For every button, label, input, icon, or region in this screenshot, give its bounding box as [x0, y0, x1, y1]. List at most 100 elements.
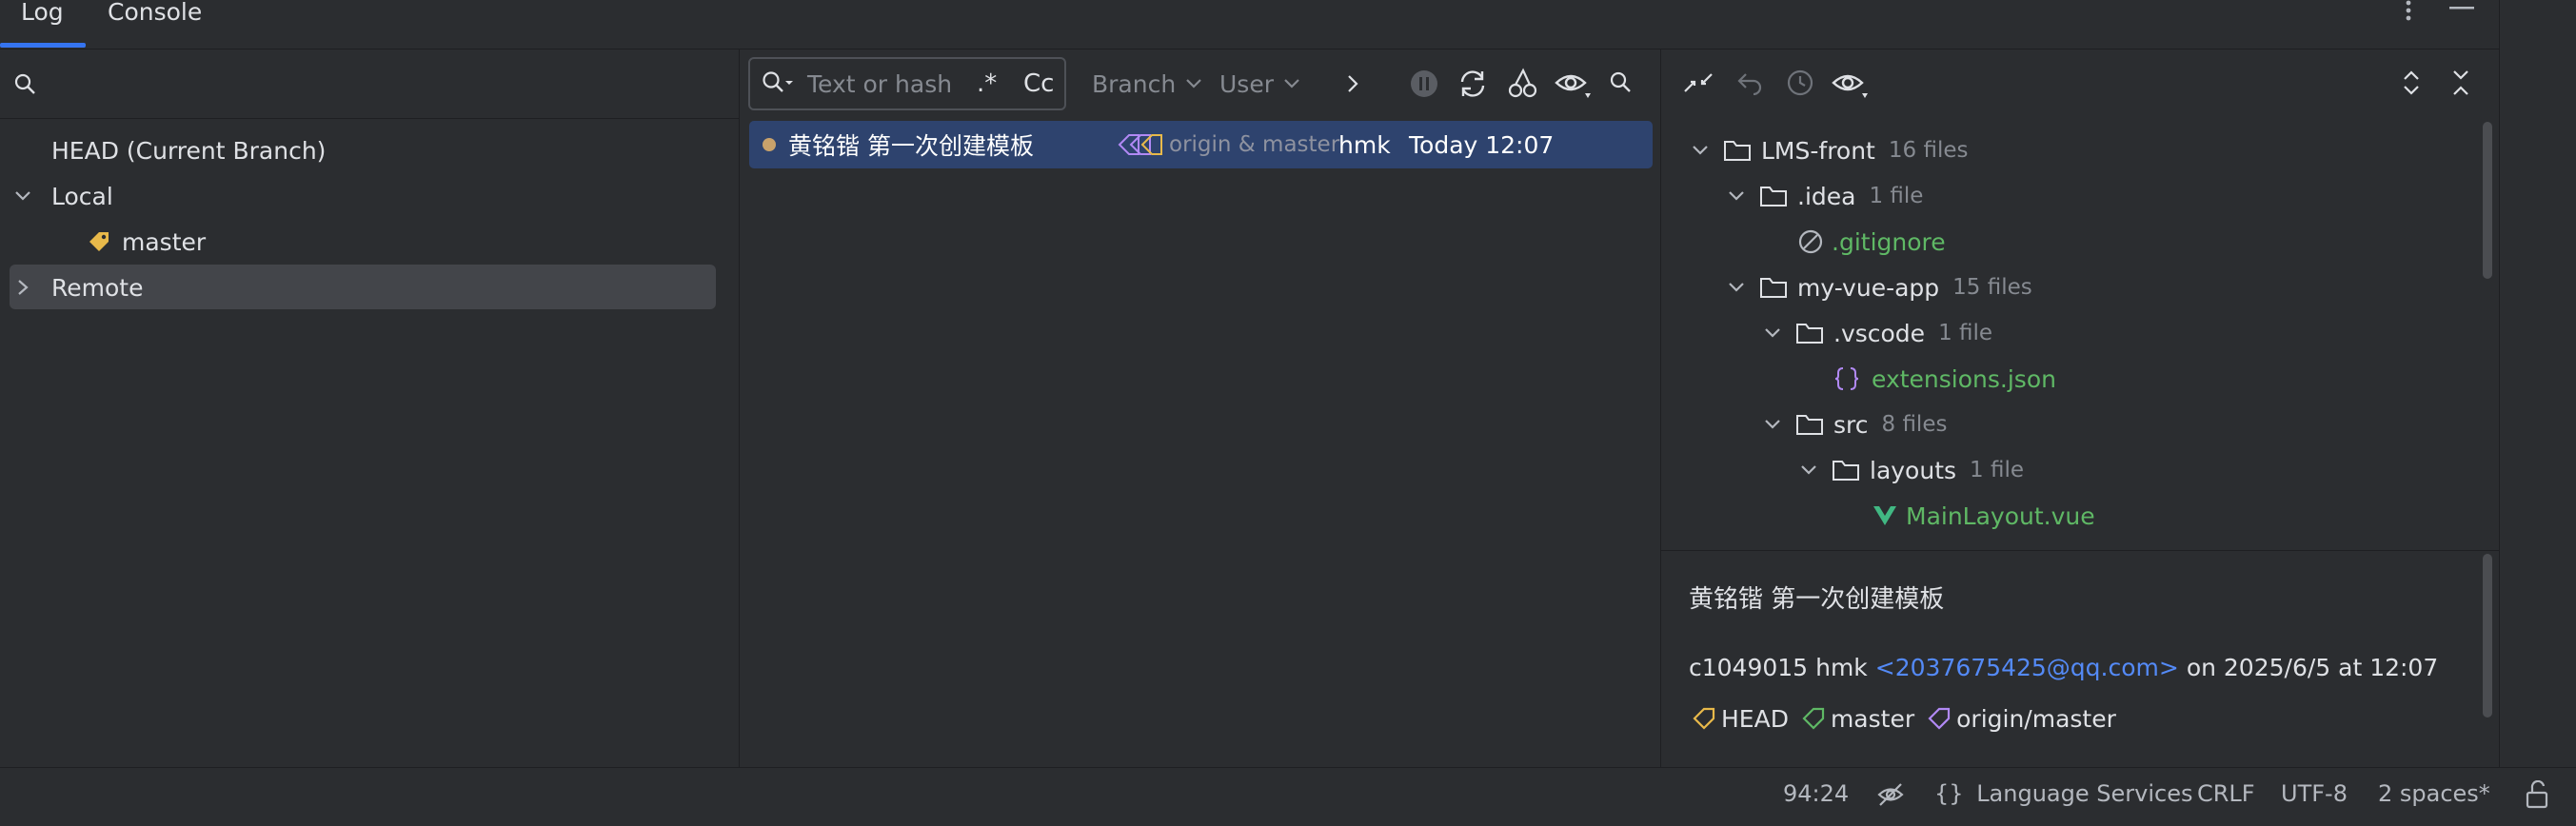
- tree-row-root[interactable]: LMS-front 16 files: [1691, 133, 1968, 167]
- filter-placeholder: Text or hash: [807, 69, 953, 98]
- json-file-icon: [1834, 367, 1859, 390]
- eye-icon[interactable]: [1555, 69, 1593, 101]
- tab-log-label: Log: [21, 0, 64, 26]
- tree-src-count: 8 files: [1881, 412, 1948, 437]
- branch-local-label: Local: [51, 182, 113, 210]
- details-tags: HEAD master origin/master: [1691, 701, 2116, 736]
- expand-all-icon[interactable]: [2401, 69, 2422, 97]
- tree-vscode-label: .vscode: [1833, 319, 1926, 347]
- details-email-link[interactable]: <2037675425@qq.com>: [1875, 654, 2179, 681]
- folder-icon: [1760, 278, 1787, 298]
- commit-refs-label: origin & master: [1169, 132, 1340, 157]
- chevron-down-icon[interactable]: [1727, 189, 1746, 203]
- indent-setting[interactable]: 2 spaces*: [2378, 780, 2490, 807]
- tag-icon: [1802, 707, 1825, 730]
- details-meta-line: c1049015 hmk <2037675425@qq.com> on 2025…: [1689, 650, 2438, 684]
- tree-src-label: src: [1833, 410, 1869, 439]
- tab-console-label: Console: [108, 0, 203, 26]
- ref-tags-icon: [1118, 134, 1162, 155]
- ignored-file-icon: [1798, 229, 1823, 254]
- vue-file-icon: [1873, 506, 1896, 525]
- folder-icon: [1760, 187, 1787, 206]
- match-case-toggle[interactable]: Cc: [1023, 67, 1054, 101]
- caret-position[interactable]: 94:24: [1783, 780, 1849, 807]
- collapse-all-icon[interactable]: [2450, 69, 2471, 97]
- minimize-icon[interactable]: [2449, 6, 2474, 11]
- folder-icon: [1796, 324, 1823, 344]
- regex-toggle[interactable]: .*: [977, 67, 997, 101]
- tag-icon: [1693, 707, 1715, 730]
- tree-vscode-count: 1 file: [1938, 321, 1993, 345]
- chevron-down-icon[interactable]: [1691, 144, 1710, 157]
- history-icon[interactable]: [1786, 69, 1814, 97]
- branch-master-row[interactable]: master: [86, 225, 206, 259]
- tree-app-label: my-vue-app: [1797, 273, 1940, 302]
- commit-refs: origin & master: [1118, 127, 1339, 163]
- right-tool-gutter: [2499, 0, 2576, 826]
- chevron-down-icon[interactable]: [1727, 281, 1746, 294]
- tree-row-mainlayout[interactable]: MainLayout.vue: [1872, 499, 2095, 533]
- chevron-down-icon[interactable]: [1799, 463, 1818, 477]
- more-options-icon[interactable]: [2398, 0, 2419, 25]
- tree-row-layouts[interactable]: layouts 1 file: [1799, 453, 2024, 487]
- tab-console[interactable]: Console: [108, 0, 202, 49]
- user-filter-label: User: [1219, 69, 1274, 98]
- branch-local-row[interactable]: Local: [13, 179, 113, 213]
- search-history-icon[interactable]: [762, 70, 794, 95]
- chevron-down-icon[interactable]: [1763, 326, 1782, 340]
- details-author: hmk: [1815, 653, 1868, 681]
- branch-master-label: master: [122, 227, 207, 256]
- tree-idea-label: .idea: [1797, 182, 1856, 210]
- chevron-down-icon[interactable]: [13, 189, 32, 203]
- chevron-right-icon[interactable]: [13, 278, 32, 297]
- tag-origin-master-label: origin/master: [1956, 704, 2116, 733]
- pause-icon[interactable]: [1409, 69, 1439, 99]
- line-ending[interactable]: CRLF: [2197, 780, 2255, 807]
- tree-row-vscode[interactable]: .vscode 1 file: [1763, 316, 1992, 350]
- branch-filter-label: Branch: [1092, 69, 1177, 98]
- more-filters-chevron-icon[interactable]: [1346, 73, 1359, 94]
- branch-remote-label: Remote: [51, 273, 144, 302]
- tree-row-extensions[interactable]: extensions.json: [1833, 362, 2056, 396]
- tree-idea-count: 1 file: [1869, 184, 1924, 208]
- chevron-down-icon[interactable]: [1763, 418, 1782, 431]
- folder-icon: [1833, 461, 1859, 481]
- branch-remote-content: Remote: [13, 270, 143, 305]
- tree-gitignore-label: .gitignore: [1832, 227, 1946, 256]
- branches-search-bar[interactable]: [0, 49, 740, 119]
- branch-head-row[interactable]: HEAD (Current Branch): [51, 133, 326, 167]
- search-icon[interactable]: [1609, 70, 1634, 95]
- user-filter-dropdown[interactable]: User: [1219, 67, 1300, 101]
- details-divider: [1661, 550, 2499, 551]
- tree-root-count: 16 files: [1888, 138, 1969, 163]
- tree-row-app[interactable]: my-vue-app 15 files: [1727, 270, 2032, 305]
- details-date: on 2025/6/5 at 12:07: [2186, 653, 2439, 681]
- details-hash[interactable]: c1049015: [1689, 654, 1808, 681]
- file-encoding[interactable]: UTF-8: [2281, 780, 2348, 807]
- details-scrollbar[interactable]: [2483, 554, 2492, 718]
- tree-row-idea[interactable]: .idea 1 file: [1727, 179, 1923, 213]
- cherry-pick-icon[interactable]: [1507, 67, 1537, 99]
- tree-row-gitignore[interactable]: .gitignore: [1797, 225, 1946, 259]
- undo-icon[interactable]: [1736, 70, 1765, 95]
- search-icon[interactable]: [13, 72, 36, 95]
- tree-layouts-count: 1 file: [1970, 458, 2025, 482]
- chevron-down-icon: [1186, 79, 1201, 88]
- tree-mainlayout-label: MainLayout.vue: [1906, 502, 2095, 530]
- tab-log-active-indicator: [0, 43, 86, 48]
- commit-node-icon: [763, 138, 776, 151]
- refresh-icon[interactable]: [1456, 69, 1489, 99]
- tree-root-label: LMS-front: [1761, 136, 1875, 165]
- details-subject: 黄铭锴 第一次创建模板: [1689, 584, 1945, 614]
- collapse-arrows-icon[interactable]: [1681, 69, 1715, 99]
- tree-app-count: 15 files: [1952, 275, 2032, 300]
- tree-row-src[interactable]: src 8 files: [1763, 407, 1947, 442]
- branch-filter-dropdown[interactable]: Branch: [1092, 67, 1202, 101]
- commit-message: 黄铭锴 第一次创建模板: [788, 132, 1034, 160]
- language-services[interactable]: {} Language Services: [1934, 780, 2192, 807]
- unlock-icon[interactable]: [2525, 780, 2549, 809]
- hidden-eye-icon[interactable]: [1876, 780, 1905, 809]
- changes-tree-scrollbar[interactable]: [2483, 122, 2492, 279]
- eye-icon[interactable]: [1832, 69, 1870, 101]
- tree-extensions-label: extensions.json: [1872, 364, 2056, 393]
